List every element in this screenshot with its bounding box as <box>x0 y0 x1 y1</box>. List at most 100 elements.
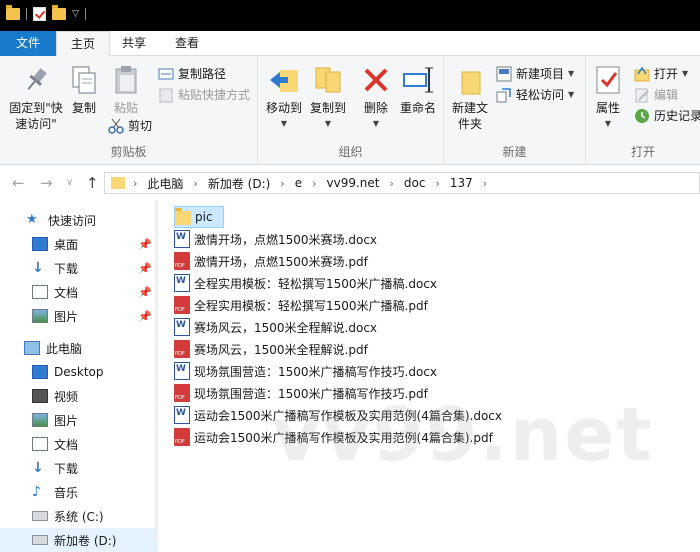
copy-path-button[interactable]: 复制路径 <box>158 64 226 84</box>
list-item[interactable]: 现场氛围营造：1500米广播稿写作技巧.docx <box>174 360 437 382</box>
nav-item-desktop-pc[interactable]: Desktop <box>0 360 158 384</box>
new-item-label: 新建项目 <box>516 67 565 81</box>
nav-item-documents-pc[interactable]: 文档 <box>0 432 158 456</box>
copy-to-button[interactable]: 复制到 ▼ <box>308 64 348 132</box>
nav-item-system-c[interactable]: 系统 (C:) <box>0 504 158 528</box>
pin-quick-access-button[interactable]: 固定到"快速访问" <box>4 64 68 132</box>
history-button[interactable]: 历史记录 <box>634 106 700 126</box>
list-item[interactable]: 运动会1500米广播稿写作模板及实用范例(4篇合集).pdf <box>174 426 493 448</box>
delete-icon <box>360 64 392 96</box>
drive-icon <box>32 535 48 545</box>
new-group: 新建文件夹 新建项目 ▼ 轻松访问 ▼ 新建 <box>444 56 586 165</box>
list-item[interactable]: 激情开场，点燃1500米赛场.pdf <box>174 250 368 272</box>
paste-button[interactable]: 粘贴 <box>108 64 144 116</box>
breadcrumb-item[interactable]: 新加卷 (D:) <box>208 175 270 192</box>
nav-item-music[interactable]: ♪ 音乐 <box>0 480 158 504</box>
nav-label: 快速访问 <box>48 213 97 228</box>
list-item[interactable]: 全程实用模板：轻松撰写1500米广播稿.docx <box>174 272 437 294</box>
pin-icon[interactable]: 📌 <box>138 286 152 299</box>
paste-shortcut-button[interactable]: 粘贴快捷方式 <box>158 85 250 105</box>
nav-label: 图片 <box>54 413 79 428</box>
nav-item-pictures-pc[interactable]: 图片 <box>0 408 158 432</box>
chevron-right-icon: › <box>482 176 488 190</box>
pdf-icon <box>174 384 190 402</box>
tab-share[interactable]: 共享 <box>112 31 156 56</box>
edit-button[interactable]: 编辑 <box>634 85 678 105</box>
nav-this-pc[interactable]: 此电脑 <box>0 336 158 360</box>
organize-group-label: 组织 <box>338 145 363 159</box>
paste-label: 粘贴 <box>113 101 138 115</box>
nav-item-pictures[interactable]: 图片 📌 <box>0 304 158 328</box>
computer-icon <box>24 341 40 355</box>
list-item[interactable]: 现场氛围营造：1500米广播稿写作技巧.pdf <box>174 382 428 404</box>
nav-quick-access[interactable]: ★ 快速访问 <box>0 208 158 232</box>
edit-label: 编辑 <box>654 88 679 102</box>
copy-label: 复制 <box>71 101 96 115</box>
tab-file[interactable]: 文件 <box>0 31 56 56</box>
properties-button[interactable]: 属性 ▼ <box>590 64 626 132</box>
forward-arrow-icon[interactable]: → <box>40 174 53 192</box>
nav-label: 此电脑 <box>46 341 83 356</box>
new-folder-icon[interactable] <box>52 5 66 20</box>
up-arrow-icon[interactable]: ↑ <box>86 174 99 192</box>
back-arrow-icon[interactable]: ← <box>12 174 25 192</box>
move-to-button[interactable]: 移动到 ▼ <box>264 64 304 132</box>
pin-icon[interactable]: 📌 <box>138 262 152 275</box>
pdf-icon <box>174 252 190 270</box>
breadcrumb-item[interactable]: 137 <box>450 176 473 190</box>
paste-shortcut-label: 粘贴快捷方式 <box>178 88 251 102</box>
nav-item-downloads-pc[interactable]: ↓ 下载 <box>0 456 158 480</box>
delete-button[interactable]: 删除 ▼ <box>358 64 394 132</box>
file-name: 现场氛围营造：1500米广播稿写作技巧.pdf <box>194 386 428 401</box>
easy-access-button[interactable]: 轻松访问 ▼ <box>496 85 574 105</box>
list-item[interactable]: pic <box>174 206 224 228</box>
copy-icon <box>68 64 100 96</box>
scissors-icon <box>108 118 124 134</box>
nav-label: 视频 <box>54 389 79 404</box>
pin-icon[interactable]: 📌 <box>138 310 152 323</box>
tab-home[interactable]: 主页 <box>56 31 110 57</box>
new-item-button[interactable]: 新建项目 ▼ <box>496 64 574 84</box>
file-name: 运动会1500米广播稿写作模板及实用范例(4篇合集).docx <box>194 408 503 423</box>
open-button[interactable]: 打开 ▼ <box>634 64 688 84</box>
list-item[interactable]: 激情开场，点燃1500米赛场.docx <box>174 228 377 250</box>
nav-item-videos[interactable]: 视频 <box>0 384 158 408</box>
breadcrumb-item[interactable]: vv99.net <box>327 176 380 190</box>
open-group: 属性 ▼ 打开 ▼ 编辑 历史记录 打开 <box>586 56 700 165</box>
breadcrumb-item[interactable]: e <box>295 176 302 190</box>
nav-item-volume-d[interactable]: 新加卷 (D:) <box>0 528 158 552</box>
list-item[interactable]: 运动会1500米广播稿写作模板及实用范例(4篇合集).docx <box>174 404 502 426</box>
copy-button[interactable]: 复制 <box>66 64 102 116</box>
new-folder-button[interactable]: 新建文件夹 <box>448 64 492 132</box>
list-item[interactable]: 全程实用模板：轻松撰写1500米广播稿.pdf <box>174 294 428 316</box>
rename-button[interactable]: 重命名 <box>396 64 440 116</box>
nav-label: 图片 <box>54 309 79 324</box>
tab-view[interactable]: 查看 <box>164 31 210 56</box>
list-item[interactable]: 赛场风云，1500米全程解说.pdf <box>174 338 368 360</box>
nav-item-desktop[interactable]: 桌面 📌 <box>0 232 158 256</box>
cut-button[interactable]: 剪切 <box>108 116 152 136</box>
list-item[interactable]: 赛场风云，1500米全程解说.docx <box>174 316 377 338</box>
documents-icon <box>32 285 48 299</box>
rename-icon <box>402 64 434 96</box>
copy-to-label: 复制到 <box>309 101 346 115</box>
pdf-icon <box>174 340 190 358</box>
customize-dropdown-icon[interactable]: ▽ <box>72 9 79 19</box>
file-name: 全程实用模板：轻松撰写1500米广播稿.docx <box>194 276 438 291</box>
new-folder-label: 新建文件夹 <box>451 101 488 131</box>
breadcrumb-item[interactable]: 此电脑 <box>147 175 183 192</box>
properties-check-icon[interactable] <box>33 7 46 21</box>
delete-label: 删除 <box>363 101 388 115</box>
breadcrumb[interactable]: › 此电脑 › 新加卷 (D:) › e › vv99.net › doc › … <box>104 172 700 194</box>
chevron-down-icon: ▼ <box>604 119 612 128</box>
nav-scrollbar[interactable] <box>155 200 158 540</box>
recent-dropdown-icon[interactable]: ∨ <box>66 177 73 188</box>
nav-item-downloads[interactable]: ↓ 下载 📌 <box>0 256 158 280</box>
move-to-icon <box>268 64 300 96</box>
chevron-right-icon: › <box>312 176 317 190</box>
nav-item-documents[interactable]: 文档 📌 <box>0 280 158 304</box>
chevron-down-icon: ▼ <box>682 69 689 78</box>
chevron-down-icon: ▼ <box>280 119 288 128</box>
pin-icon[interactable]: 📌 <box>138 238 152 251</box>
breadcrumb-item[interactable]: doc <box>404 176 426 190</box>
